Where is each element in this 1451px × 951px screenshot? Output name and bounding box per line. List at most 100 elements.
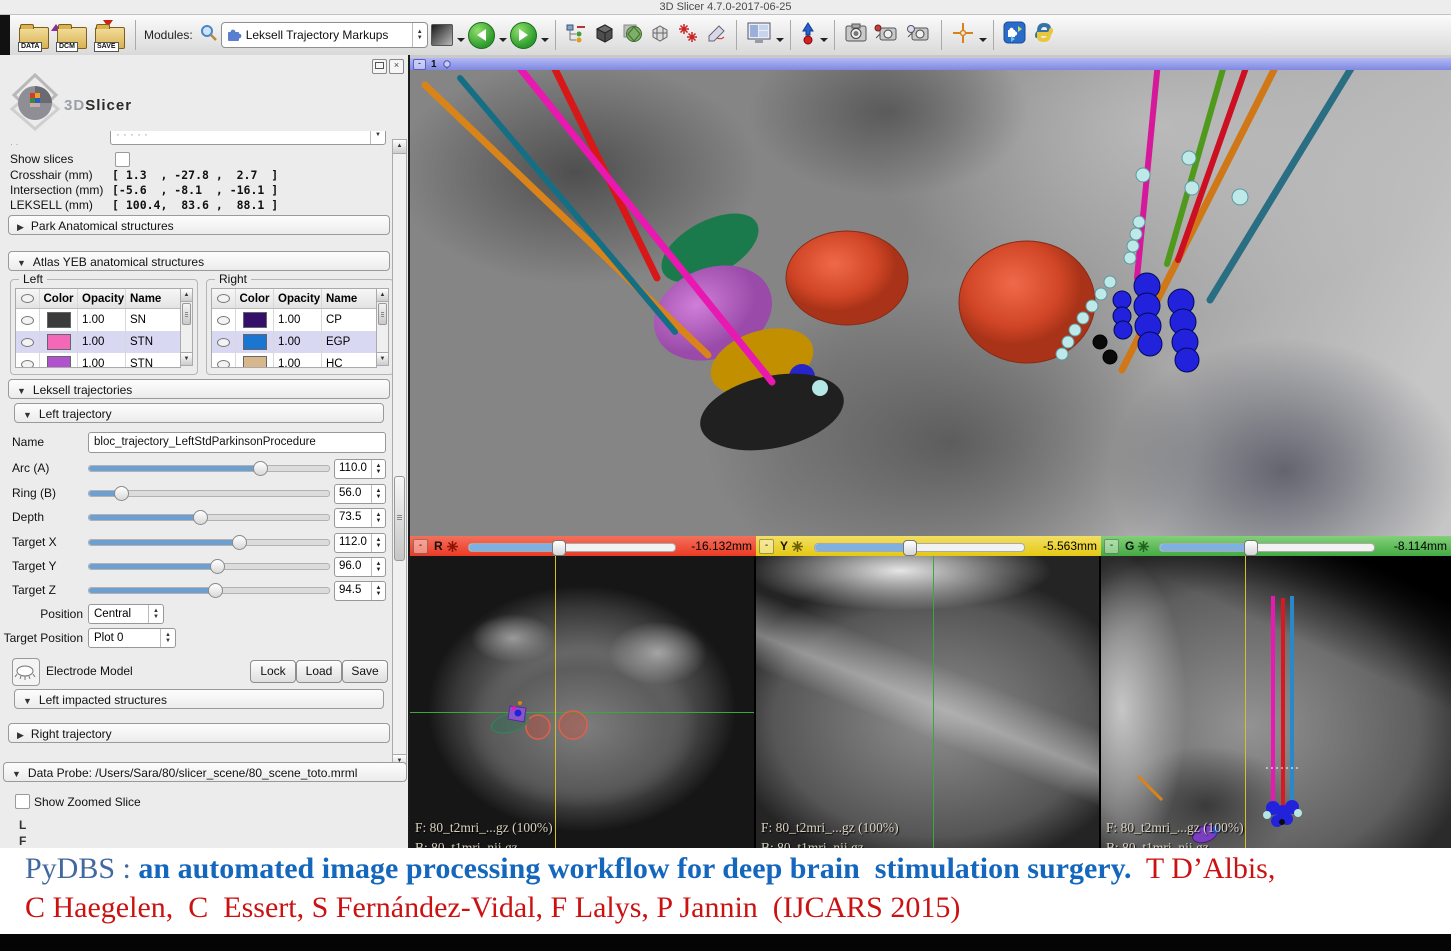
mesh-module-icon[interactable]	[649, 22, 671, 49]
trajectory-name-input[interactable]: bloc_trajectory_LeftStdParkinsonProcedur…	[88, 432, 386, 453]
depth-slider[interactable]	[88, 514, 330, 521]
scroll-thumb[interactable]	[182, 303, 191, 325]
ring-spinbox[interactable]: 56.0▲▼	[334, 484, 386, 504]
yellow-slice-view[interactable]: F: 80_t2mri_...gz (100%) B: 80_t1mri_nii…	[756, 556, 1101, 850]
slider-handle[interactable]	[903, 540, 917, 556]
target-z-spinbox[interactable]: 94.5▲▼	[334, 581, 386, 601]
lock-button[interactable]: Lock	[250, 660, 296, 683]
depth-spinbox[interactable]: 73.5▲▼	[334, 508, 386, 528]
history-caret-icon[interactable]	[457, 38, 465, 46]
layout-caret-icon[interactable]	[776, 38, 784, 46]
crosshair-caret-icon[interactable]	[979, 38, 987, 46]
scroll-down-icon[interactable]: ▼	[181, 352, 192, 365]
save-electrode-button[interactable]: Save	[342, 660, 388, 683]
visibility-icon[interactable]	[21, 338, 34, 347]
color-swatch[interactable]	[243, 334, 267, 350]
mouse-mode-caret-icon[interactable]	[820, 38, 828, 46]
show-slices-checkbox[interactable]	[115, 152, 130, 167]
pin-icon[interactable]	[442, 59, 452, 69]
scene-view-capture-button[interactable]	[874, 22, 900, 49]
slider-handle[interactable]	[114, 486, 129, 501]
scroll-thumb[interactable]	[394, 476, 405, 561]
red-slice-visibility-icon[interactable]	[447, 541, 458, 552]
color-swatch[interactable]	[243, 356, 267, 368]
extensions-manager-button[interactable]	[1003, 21, 1026, 49]
slider-handle[interactable]	[193, 510, 208, 525]
right-structures-table[interactable]: Color Opacity Name 1.00 CP 1.00 EGP	[211, 288, 377, 368]
forward-caret-icon[interactable]	[541, 38, 549, 46]
arc-spinbox[interactable]: 110.0▲▼	[334, 459, 386, 479]
spin-arrows-icon[interactable]: ▲▼	[371, 485, 385, 503]
red-structure-left[interactable]	[786, 231, 908, 325]
threed-view[interactable]	[410, 70, 1451, 536]
module-selector[interactable]: Leksell Trajectory Markups ▲▼	[221, 22, 428, 48]
back-caret-icon[interactable]	[499, 38, 507, 46]
collapse-view-button[interactable]: -	[413, 59, 426, 70]
color-swatch[interactable]	[47, 312, 71, 328]
slider-handle[interactable]	[552, 540, 566, 556]
panel-scrollbar[interactable]: ▲ ▼	[392, 139, 407, 769]
target-x-slider[interactable]	[88, 539, 330, 546]
left-impacted-section[interactable]: ▼Left impacted structures	[14, 689, 384, 709]
atlas-yeb-section[interactable]: ▼Atlas YEB anatomical structures	[8, 251, 390, 271]
ring-slider[interactable]	[88, 490, 330, 497]
visibility-icon[interactable]	[217, 316, 230, 325]
yellow-slice-offset-slider[interactable]	[814, 543, 1025, 552]
module-forward-button[interactable]	[510, 22, 537, 49]
screenshot-button[interactable]	[844, 22, 868, 49]
table-row-selected[interactable]: 1.00 STN	[16, 331, 180, 353]
python-console-button[interactable]	[1032, 21, 1056, 50]
layout-selector-icon[interactable]	[746, 21, 772, 50]
crosshair-button[interactable]	[951, 21, 975, 50]
scroll-thumb[interactable]	[378, 303, 387, 325]
spin-arrows-icon[interactable]: ▲▼	[371, 582, 385, 600]
table-row-selected[interactable]: 1.00 EGP	[212, 331, 376, 353]
visibility-icon[interactable]	[21, 316, 34, 325]
visibility-icon[interactable]	[217, 338, 230, 347]
load-button[interactable]: Load	[296, 660, 342, 683]
red-slice-offset-slider[interactable]	[468, 543, 676, 552]
right-trajectory-section[interactable]: ▶Right trajectory	[8, 723, 390, 743]
slider-handle[interactable]	[210, 559, 225, 574]
scene-view-restore-button[interactable]	[906, 22, 932, 49]
module-search-icon[interactable]	[200, 24, 218, 47]
table-row[interactable]: 1.00 SN	[16, 309, 180, 331]
visibility-icon[interactable]	[217, 360, 230, 369]
green-slice-view[interactable]: F: 80_t2mri_...gz (100%) B: 80_t1mri_nii…	[1101, 556, 1451, 850]
undock-panel-button[interactable]	[372, 59, 387, 74]
red-structure-right[interactable]	[959, 241, 1095, 363]
park-structures-section[interactable]: ▶Park Anatomical structures	[8, 215, 390, 235]
green-slice-offset-slider[interactable]	[1159, 543, 1375, 552]
toolbar-drag-handle[interactable]	[0, 15, 10, 55]
red-slice-view[interactable]: F: 80_t2mri_...gz (100%) B: 80_t1mri_nii…	[410, 556, 756, 850]
trajectory-combobox[interactable]: · · · · · ▼	[110, 131, 386, 145]
scroll-up-icon[interactable]: ▲	[181, 289, 192, 302]
slider-handle[interactable]	[253, 461, 268, 476]
slider-handle[interactable]	[208, 583, 223, 598]
spin-arrows-icon[interactable]: ▲▼	[371, 534, 385, 552]
green-slice-visibility-icon[interactable]	[1138, 541, 1149, 552]
scroll-up-icon[interactable]: ▲	[393, 140, 406, 154]
table-row[interactable]: 1.00 CP	[212, 309, 376, 331]
visibility-icon[interactable]	[21, 360, 34, 369]
left-trajectory-section[interactable]: ▼Left trajectory	[14, 403, 384, 423]
collapse-red-slice-button[interactable]: -	[413, 539, 428, 554]
save-button[interactable]: SAVE	[93, 18, 127, 52]
target-z-slider[interactable]	[88, 587, 330, 594]
subject-hierarchy-icon[interactable]	[565, 22, 587, 49]
data-probe-section[interactable]: ▼Data Probe: /Users/Sara/80/slicer_scene…	[3, 762, 407, 782]
color-swatch[interactable]	[243, 312, 267, 328]
show-zoomed-slice-checkbox[interactable]	[15, 794, 30, 809]
table-row[interactable]: 1.00 HC	[212, 353, 376, 368]
color-swatch[interactable]	[47, 356, 71, 368]
close-panel-button[interactable]: ×	[389, 59, 404, 74]
color-swatch[interactable]	[47, 334, 71, 350]
scroll-up-icon[interactable]: ▲	[377, 289, 388, 302]
leksell-trajectories-section[interactable]: ▼Leksell trajectories	[8, 379, 390, 399]
yellow-slice-visibility-icon[interactable]	[792, 541, 803, 552]
table-scrollbar[interactable]: ▲ ▼	[180, 288, 193, 366]
collapse-yellow-slice-button[interactable]: -	[759, 539, 774, 554]
dicom-button[interactable]: DCM	[55, 18, 89, 52]
scroll-down-icon[interactable]: ▼	[377, 352, 388, 365]
spin-arrows-icon[interactable]: ▲▼	[371, 509, 385, 527]
